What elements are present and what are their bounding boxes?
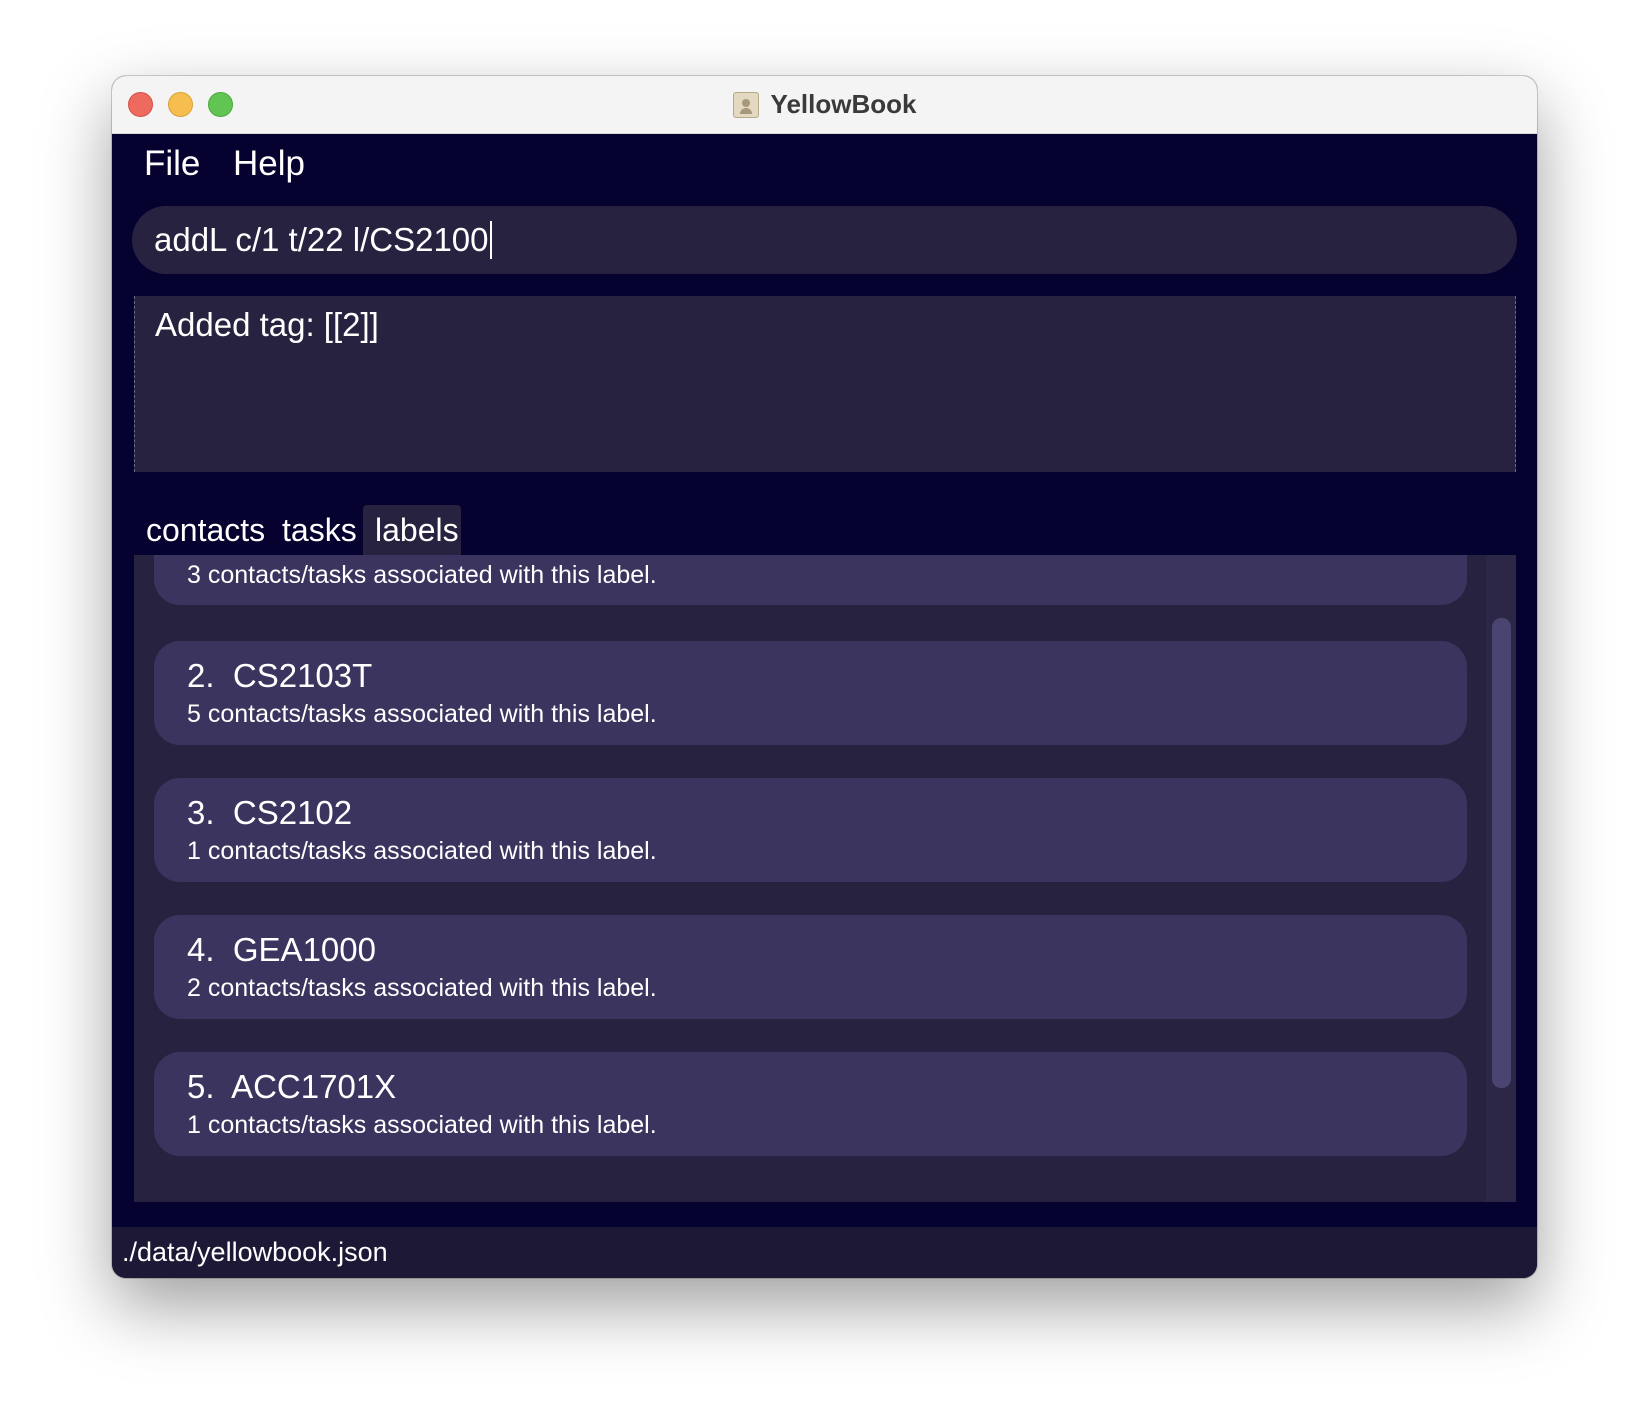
label-card-description: 1 contacts/tasks associated with this la… — [187, 837, 657, 865]
title-wrap: YellowBook — [112, 76, 1537, 133]
label-card-1[interactable]: 3 contacts/tasks associated with this la… — [154, 555, 1467, 605]
save-file-path: ./data/yellowbook.json — [122, 1237, 388, 1267]
label-card-3[interactable]: 3. CS2102 1 contacts/tasks associated wi… — [154, 778, 1467, 882]
label-card-name: GEA1000 — [232, 931, 376, 968]
menu-help[interactable]: Help — [233, 144, 305, 184]
tab-tasks[interactable]: tasks — [270, 505, 369, 555]
label-card-title: 3. CS2102 — [187, 794, 352, 832]
app-window: YellowBook File Help addL c/1 t/22 l/CS2… — [112, 76, 1537, 1278]
label-card-2[interactable]: 2. CS2103T 5 contacts/tasks associated w… — [154, 641, 1467, 745]
label-list-panel[interactable]: 3 contacts/tasks associated with this la… — [134, 555, 1516, 1202]
label-card-title: 4. GEA1000 — [187, 931, 376, 969]
list-scrollbar[interactable] — [1486, 555, 1516, 1202]
scrollbar-thumb[interactable] — [1492, 618, 1511, 1088]
label-card-description: 3 contacts/tasks associated with this la… — [187, 561, 657, 589]
label-card-title: 5. ACC1701X — [187, 1068, 396, 1106]
tab-contacts[interactable]: contacts — [134, 505, 277, 555]
label-card-description: 5 contacts/tasks associated with this la… — [187, 700, 657, 728]
label-card-index: 3. — [187, 794, 215, 831]
tab-labels[interactable]: labels — [363, 505, 461, 555]
label-card-4[interactable]: 4. GEA1000 2 contacts/tasks associated w… — [154, 915, 1467, 1019]
label-card-name: ACC1701X — [231, 1068, 397, 1105]
menu-bar: File Help — [112, 134, 1537, 198]
label-card-index: 4. — [187, 931, 215, 968]
window-title: YellowBook — [770, 89, 917, 119]
label-card-name: CS2102 — [232, 794, 353, 831]
text-caret — [489, 221, 492, 259]
label-card-name: CS2103T — [232, 657, 373, 694]
command-input[interactable]: addL c/1 t/22 l/CS2100 — [154, 221, 489, 259]
status-bar: ./data/yellowbook.json — [112, 1227, 1537, 1278]
label-card-index: 5. — [187, 1068, 215, 1105]
title-bar: YellowBook — [112, 76, 1537, 134]
label-card-description: 2 contacts/tasks associated with this la… — [187, 974, 657, 1002]
app-contact-book-icon — [732, 91, 759, 118]
label-card-description: 1 contacts/tasks associated with this la… — [187, 1111, 657, 1139]
label-card-title: 2. CS2103T — [187, 657, 372, 695]
result-display: Added tag: [[2]] — [134, 296, 1516, 472]
label-card-5[interactable]: 5. ACC1701X 1 contacts/tasks associated … — [154, 1052, 1467, 1156]
label-card-index: 2. — [187, 657, 215, 694]
command-box[interactable]: addL c/1 t/22 l/CS2100 — [132, 206, 1517, 274]
result-message: Added tag: [[2]] — [155, 306, 379, 343]
menu-file[interactable]: File — [144, 144, 200, 184]
